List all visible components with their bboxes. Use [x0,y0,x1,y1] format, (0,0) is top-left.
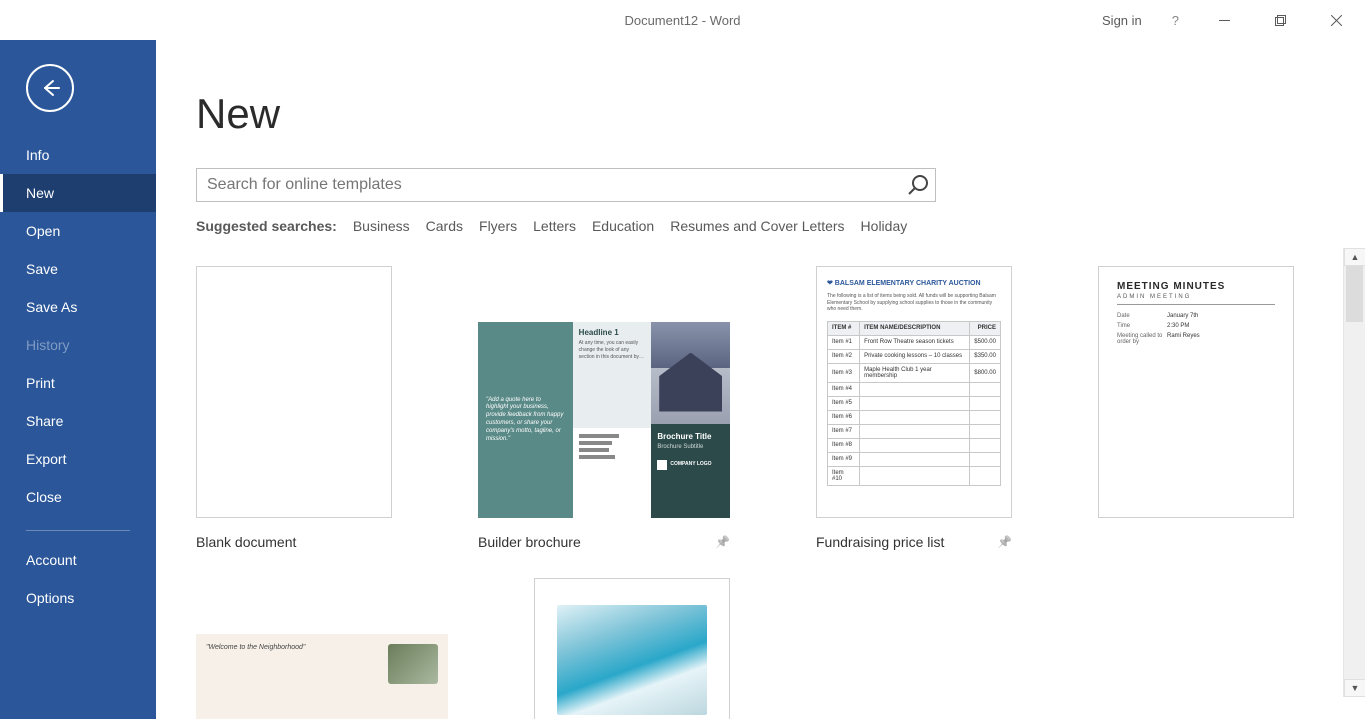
back-button[interactable] [26,64,74,112]
close-button[interactable] [1313,0,1359,40]
back-arrow-icon [39,77,61,99]
close-icon [1331,15,1342,26]
vertical-scrollbar[interactable]: ▲ ▼ [1343,248,1365,697]
search-icon [906,173,930,197]
suggested-link-resumes-and-cover-letters[interactable]: Resumes and Cover Letters [670,218,844,234]
template-thumb-meeting: MEETING MINUTESADMIN MEETINGDateJanuary … [1098,266,1294,518]
backstage-sidebar: InfoNewOpenSaveSave AsHistoryPrintShareE… [0,40,156,719]
template-neighborhood[interactable]: "Welcome to the Neighborhood" [196,578,448,719]
suggested-searches: Suggested searches: Business Cards Flyers L… [196,218,1365,234]
template-label: Fundraising price list [816,534,944,550]
template-fundraising-price-list[interactable]: ❤ BALSAM ELEMENTARY CHARITY AUCTIONThe f… [816,266,1012,550]
template-meeting[interactable]: MEETING MINUTESADMIN MEETINGDateJanuary … [1098,266,1294,550]
main-content: New Suggested searches: Business Cards Fly… [156,40,1365,719]
template-thumb-blank [196,266,392,518]
scroll-up-button[interactable]: ▲ [1344,248,1365,266]
suggested-link-cards[interactable]: Cards [426,218,463,234]
sidebar-item-close[interactable]: Close [0,478,156,516]
scrollbar-thumb[interactable] [1346,266,1363,322]
suggested-link-education[interactable]: Education [592,218,654,234]
page-title: New [196,90,1365,138]
template-label: Blank document [196,534,296,550]
suggested-link-flyers[interactable]: Flyers [479,218,517,234]
template-thumb-fund: ❤ BALSAM ELEMENTARY CHARITY AUCTIONThe f… [816,266,1012,518]
help-button[interactable]: ? [1160,13,1191,28]
sidebar-item-account[interactable]: Account [0,541,156,579]
sidebar-item-history: History [0,326,156,364]
maximize-icon [1275,15,1286,26]
template-builder-brochure[interactable]: "Add a quote here to highlight your busi… [478,266,730,550]
suggested-link-holiday[interactable]: Holiday [861,218,908,234]
template-search-input[interactable] [196,168,936,202]
template-thumb-photo [534,578,730,719]
pin-icon[interactable]: 📌 [715,535,730,549]
template-blank-document[interactable]: Blank document [196,266,392,550]
maximize-button[interactable] [1257,0,1303,40]
sidebar-item-save-as[interactable]: Save As [0,288,156,326]
sidebar-item-info[interactable]: Info [0,136,156,174]
sidebar-item-save[interactable]: Save [0,250,156,288]
template-thumb-brochure: "Add a quote here to highlight your busi… [478,322,730,518]
minimize-icon [1219,15,1230,26]
search-button[interactable] [904,171,932,199]
sidebar-item-print[interactable]: Print [0,364,156,402]
template-thumb-neighborhood: "Welcome to the Neighborhood" [196,634,448,719]
search-wrap [196,168,936,202]
sidebar-item-options[interactable]: Options [0,579,156,617]
suggested-link-business[interactable]: Business [353,218,410,234]
template-photo[interactable] [534,578,730,719]
pin-icon[interactable]: 📌 [997,535,1012,549]
window-title: Document12 - Word [624,13,740,28]
suggested-link-letters[interactable]: Letters [533,218,576,234]
title-bar: Document12 - Word Sign in ? [0,0,1365,40]
sidebar-item-new[interactable]: New [0,174,156,212]
suggested-label: Suggested searches: [196,218,337,234]
sidebar-item-open[interactable]: Open [0,212,156,250]
sidebar-item-export[interactable]: Export [0,440,156,478]
template-label: Builder brochure [478,534,581,550]
sidebar-item-share[interactable]: Share [0,402,156,440]
minimize-button[interactable] [1201,0,1247,40]
sidebar-divider [26,530,130,531]
scroll-down-button[interactable]: ▼ [1344,679,1365,697]
sign-in-link[interactable]: Sign in [1094,13,1150,28]
